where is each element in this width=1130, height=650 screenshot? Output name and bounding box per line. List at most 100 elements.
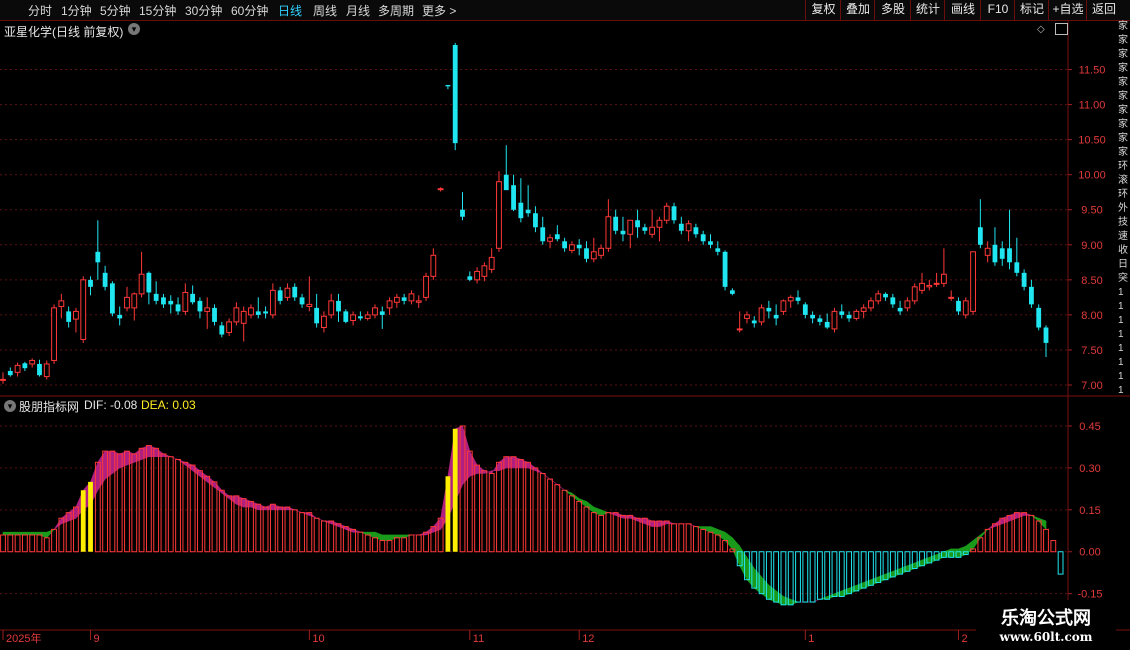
- band-segment: [593, 506, 602, 516]
- period-tab-4[interactable]: 30分钟: [185, 2, 222, 19]
- period-tab-10[interactable]: 更多 >: [422, 2, 456, 19]
- histogram-bar: [1028, 514, 1035, 553]
- period-tab-8[interactable]: 月线: [346, 2, 370, 19]
- signal-bar: [80, 490, 86, 552]
- time-axis-label: 2: [961, 633, 967, 645]
- candle-body: [977, 227, 983, 245]
- candle-body: [357, 316, 363, 319]
- right-glyph: 家: [1118, 77, 1128, 88]
- toolbar-button-0[interactable]: 复权: [805, 0, 841, 20]
- band-segment: [433, 517, 441, 533]
- candle-body: [88, 279, 93, 287]
- histogram-bar: [707, 531, 714, 553]
- histogram-bar: [124, 450, 130, 553]
- histogram-bar: [496, 461, 502, 553]
- candle-body: [999, 248, 1005, 259]
- histogram-bar: [335, 523, 342, 553]
- window-toggle-icon[interactable]: [1055, 23, 1068, 35]
- chevron-down-icon[interactable]: ▾: [128, 23, 140, 35]
- candle-body: [744, 314, 750, 319]
- histogram-bar: [138, 447, 145, 553]
- histogram-bar: [218, 489, 225, 553]
- candle-body: [897, 307, 903, 312]
- kline-chart[interactable]: 11.5011.0010.5010.009.509.008.508.007.50…: [0, 20, 1130, 650]
- toolbar-button-5[interactable]: F10: [980, 0, 1015, 20]
- band-segment: [185, 461, 193, 472]
- indicator-tick-label: 0.30: [1079, 463, 1100, 475]
- candle-body: [379, 311, 385, 315]
- histogram-bar: [984, 528, 991, 553]
- histogram-bar: [145, 445, 152, 553]
- candle-body: [284, 287, 291, 298]
- period-tab-3[interactable]: 15分钟: [139, 2, 176, 19]
- candle-body: [364, 314, 371, 319]
- candle-body: [350, 314, 357, 321]
- histogram-bar: [36, 534, 43, 553]
- price-tick-label: 9.00: [1081, 240, 1102, 252]
- candle-body: [715, 248, 721, 252]
- indicator-name[interactable]: 股朋指标网: [19, 398, 79, 415]
- price-tick-label: 7.00: [1081, 380, 1102, 392]
- band-segment: [775, 590, 784, 606]
- band-segment: [921, 556, 930, 567]
- candle-body: [14, 364, 21, 373]
- diamond-icon[interactable]: ◇: [1037, 24, 1045, 35]
- toolbar-button-7[interactable]: +自选: [1048, 0, 1087, 20]
- histogram-bar: [583, 506, 590, 553]
- band-segment: [885, 570, 894, 581]
- candle-body: [590, 251, 597, 260]
- toolbar-button-3[interactable]: 统计: [910, 0, 945, 20]
- period-tab-7[interactable]: 周线: [313, 2, 337, 19]
- candle-body: [423, 275, 429, 298]
- candle-body: [415, 300, 422, 303]
- histogram-bar: [824, 551, 831, 600]
- candle-body: [642, 227, 648, 231]
- band-segment: [221, 489, 230, 500]
- candle-body: [80, 279, 87, 340]
- band-segment: [491, 461, 500, 475]
- period-tab-1[interactable]: 1分钟: [61, 2, 92, 19]
- toolbar-button-1[interactable]: 叠加: [840, 0, 875, 20]
- band-segment: [228, 495, 237, 505]
- band-segment: [761, 576, 770, 600]
- candle-body: [802, 304, 808, 315]
- toolbar-button-8[interactable]: 返回: [1086, 0, 1121, 20]
- band-segment: [381, 534, 390, 541]
- candle-body: [525, 209, 531, 214]
- candle-body: [824, 321, 830, 328]
- band-segment: [46, 529, 55, 539]
- candle-body: [117, 314, 123, 319]
- histogram-bar: [831, 551, 838, 597]
- right-glyph: 环: [1118, 189, 1128, 200]
- toolbar-button-2[interactable]: 多股: [874, 0, 911, 20]
- toolbar-button-4[interactable]: 画线: [944, 0, 981, 20]
- candle-body: [393, 296, 400, 303]
- period-tab-9[interactable]: 多周期: [378, 2, 414, 19]
- right-glyph: 家: [1118, 119, 1128, 130]
- histogram-bar: [211, 481, 218, 553]
- period-tab-2[interactable]: 5分钟: [100, 2, 131, 19]
- band-segment: [1009, 512, 1018, 522]
- histogram-bar: [284, 506, 291, 553]
- band-segment: [148, 445, 157, 458]
- histogram-bar: [503, 456, 510, 553]
- candle-body: [926, 284, 933, 288]
- candle-body: [671, 206, 677, 221]
- candle-body: [904, 300, 911, 309]
- price-tick-label: 11.00: [1079, 100, 1106, 112]
- candle-body: [627, 219, 634, 235]
- candle-body: [576, 244, 582, 249]
- right-glyph: 外: [1118, 203, 1128, 214]
- histogram-bar: [700, 528, 707, 553]
- toolbar-button-6[interactable]: 标记: [1014, 0, 1049, 20]
- chevron-down-icon[interactable]: ▾: [4, 400, 16, 412]
- period-tab-5[interactable]: 60分钟: [231, 2, 268, 19]
- period-tab-6[interactable]: 日线: [278, 2, 302, 19]
- candle-body: [153, 293, 159, 301]
- period-tab-0[interactable]: 分时: [28, 2, 52, 19]
- histogram-bar: [1050, 540, 1057, 553]
- histogram-bar: [663, 520, 670, 553]
- candle-body: [1021, 272, 1027, 287]
- candle-body: [95, 251, 101, 263]
- histogram-bar: [328, 520, 335, 553]
